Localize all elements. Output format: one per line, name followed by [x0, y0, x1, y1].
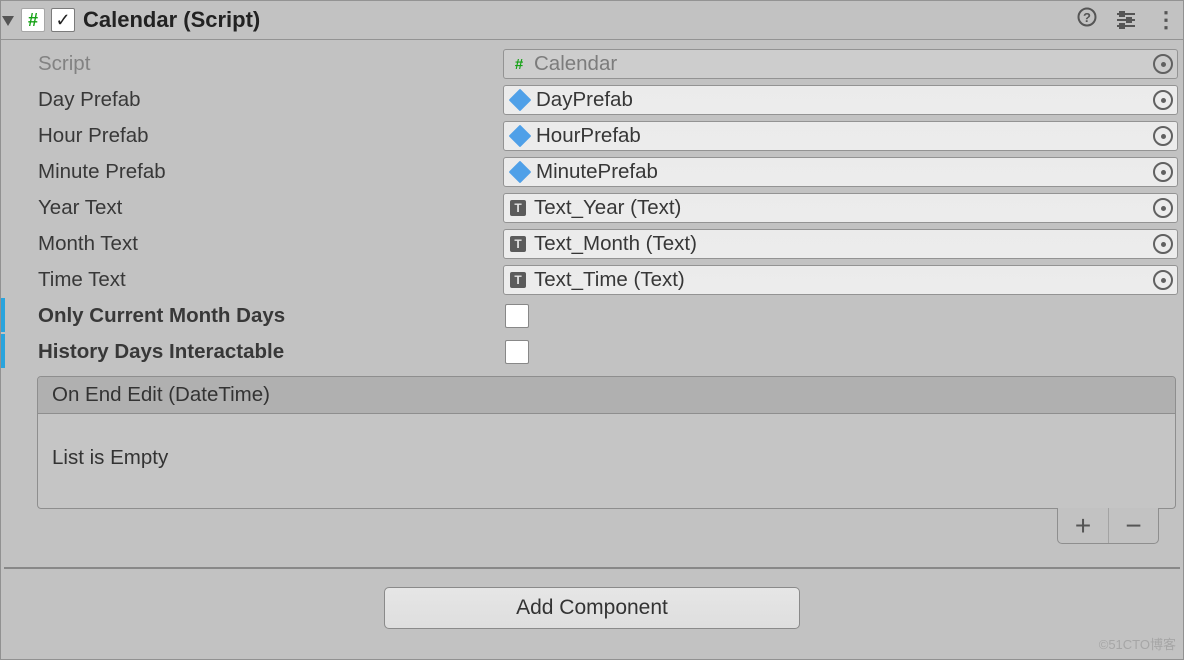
object-field[interactable]: T Text_Year (Text): [503, 193, 1178, 223]
field-script: Script # Calendar: [4, 46, 1180, 82]
object-picker-icon[interactable]: [1153, 126, 1173, 146]
override-indicator: [1, 298, 5, 332]
text-component-icon: T: [510, 272, 526, 288]
object-picker-icon[interactable]: [1153, 54, 1173, 74]
component-header: # ✓ Calendar (Script) ? ⋮: [1, 0, 1183, 40]
field-label: Minute Prefab: [38, 160, 503, 184]
component-panel: # ✓ Calendar (Script) ? ⋮ Script #: [0, 0, 1184, 660]
prefab-icon: [509, 125, 532, 148]
field-label: Only Current Month Days: [38, 304, 503, 328]
field-value: Text_Month (Text): [534, 232, 697, 256]
kebab-menu-icon[interactable]: ⋮: [1155, 7, 1177, 33]
checkbox-only-current-month-days[interactable]: [505, 304, 529, 328]
field-value: Text_Time (Text): [534, 268, 685, 292]
field-minute-prefab: Minute Prefab MinutePrefab: [4, 154, 1180, 190]
object-picker-icon[interactable]: [1153, 90, 1173, 110]
prefab-icon: [509, 89, 532, 112]
field-only-current-month-days: Only Current Month Days: [4, 298, 1180, 334]
field-label: History Days Interactable: [38, 340, 503, 364]
field-value: MinutePrefab: [536, 160, 658, 184]
svg-text:?: ?: [1083, 10, 1091, 25]
field-value: DayPrefab: [536, 88, 633, 112]
object-field[interactable]: T Text_Month (Text): [503, 229, 1178, 259]
field-value: Calendar: [534, 52, 617, 76]
field-value: HourPrefab: [536, 124, 641, 148]
field-value: Text_Year (Text): [534, 196, 681, 220]
field-label: Time Text: [38, 268, 503, 292]
checkbox-history-days-interactable[interactable]: [505, 340, 529, 364]
add-component-area: Add Component: [4, 569, 1180, 659]
foldout-toggle[interactable]: [2, 16, 14, 26]
override-indicator: [1, 334, 5, 368]
check-icon: ✓: [55, 10, 70, 31]
field-history-days-interactable: History Days Interactable: [4, 334, 1180, 370]
component-title: Calendar (Script): [83, 7, 260, 33]
script-component-icon: #: [21, 8, 45, 32]
script-icon: #: [510, 55, 528, 73]
field-day-prefab: Day Prefab DayPrefab: [4, 82, 1180, 118]
prefab-icon: [509, 161, 532, 184]
field-label: Script: [38, 52, 503, 76]
field-time-text: Time Text T Text_Time (Text): [4, 262, 1180, 298]
field-label: Hour Prefab: [38, 124, 503, 148]
hash-icon: #: [28, 10, 38, 31]
object-picker-icon[interactable]: [1153, 198, 1173, 218]
text-component-icon: T: [510, 236, 526, 252]
add-event-button[interactable]: +: [1058, 508, 1108, 543]
event-list-controls: + −: [1057, 508, 1159, 544]
field-month-text: Month Text T Text_Month (Text): [4, 226, 1180, 262]
hash-icon: #: [515, 56, 523, 73]
field-hour-prefab: Hour Prefab HourPrefab: [4, 118, 1180, 154]
help-icon[interactable]: ?: [1077, 7, 1097, 33]
unity-event-block: On End Edit (DateTime) List is Empty + −: [37, 376, 1176, 509]
event-empty-text: List is Empty: [38, 414, 1175, 508]
enable-checkbox[interactable]: ✓: [51, 8, 75, 32]
field-label: Month Text: [38, 232, 503, 256]
text-component-icon: T: [510, 200, 526, 216]
event-title: On End Edit (DateTime): [38, 377, 1175, 414]
add-component-button[interactable]: Add Component: [384, 587, 800, 629]
object-picker-icon[interactable]: [1153, 270, 1173, 290]
field-year-text: Year Text T Text_Year (Text): [4, 190, 1180, 226]
component-body: Script # Calendar Day Prefab DayPrefab H…: [1, 40, 1183, 659]
watermark: ©51CTO博客: [1099, 634, 1176, 653]
field-label: Day Prefab: [38, 88, 503, 112]
object-field[interactable]: T Text_Time (Text): [503, 265, 1178, 295]
object-field[interactable]: MinutePrefab: [503, 157, 1178, 187]
preset-icon[interactable]: [1115, 11, 1137, 29]
object-picker-icon[interactable]: [1153, 162, 1173, 182]
object-picker-icon[interactable]: [1153, 234, 1173, 254]
remove-event-button[interactable]: −: [1108, 508, 1158, 543]
script-field: # Calendar: [503, 49, 1178, 79]
field-label: Year Text: [38, 196, 503, 220]
object-field[interactable]: HourPrefab: [503, 121, 1178, 151]
object-field[interactable]: DayPrefab: [503, 85, 1178, 115]
header-actions: ? ⋮: [1077, 7, 1177, 33]
